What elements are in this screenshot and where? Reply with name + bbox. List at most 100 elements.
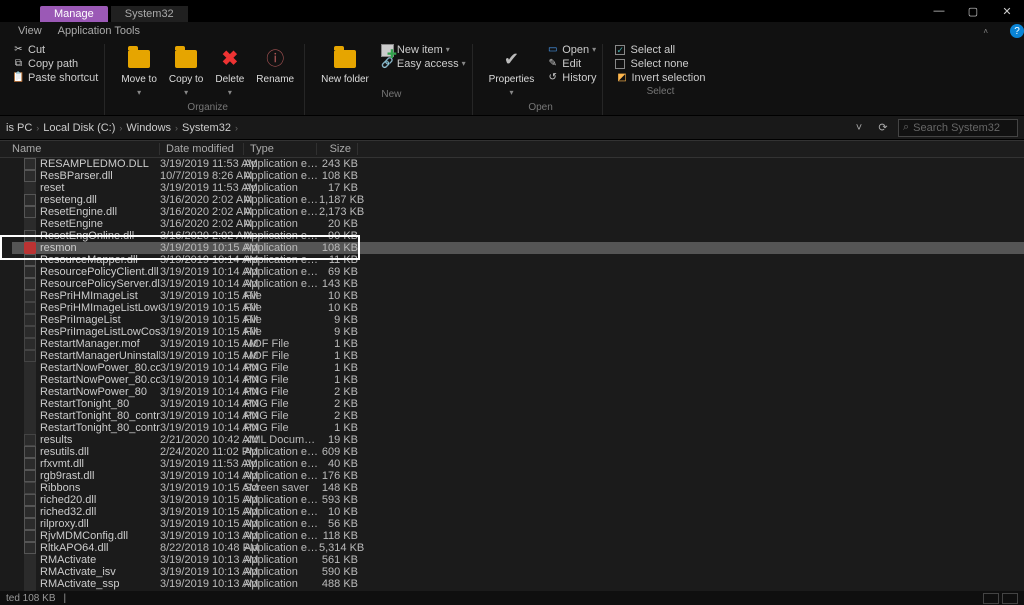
file-row[interactable]: rfxvmt.dll3/19/2019 11:53 AMApplication …: [12, 458, 1024, 470]
file-date: 3/19/2019 10:13 AM: [160, 554, 244, 566]
file-row[interactable]: ResetEngOnline.dll3/16/2020 2:02 AMAppli…: [12, 230, 1024, 242]
file-icon: [24, 506, 36, 518]
file-type: Application exten...: [244, 158, 319, 170]
file-name: RESAMPLEDMO.DLL: [40, 158, 149, 170]
view-details-button[interactable]: [983, 593, 999, 604]
file-row[interactable]: RestartTonight_80_contrast-white3/19/201…: [12, 422, 1024, 434]
properties-button[interactable]: ✔Properties▾: [485, 44, 539, 100]
new-item-button[interactable]: New item▾: [381, 44, 466, 56]
file-row[interactable]: resutils.dll2/24/2020 11:02 PMApplicatio…: [12, 446, 1024, 458]
file-row[interactable]: RestartNowPower_80.contrast-white3/19/20…: [12, 374, 1024, 386]
file-row[interactable]: ResPriImageList3/19/2019 10:15 AMFile9 K…: [12, 314, 1024, 326]
search-input[interactable]: ⌕ Search System32: [898, 119, 1018, 137]
file-row[interactable]: riched20.dll3/19/2019 10:15 AMApplicatio…: [12, 494, 1024, 506]
file-row[interactable]: RMActivate_isv3/19/2019 10:13 AMApplicat…: [12, 566, 1024, 578]
breadcrumb-segment[interactable]: System32: [182, 122, 231, 134]
file-row[interactable]: rilproxy.dll3/19/2019 10:15 AMApplicatio…: [12, 518, 1024, 530]
file-row[interactable]: resmon3/19/2019 10:15 AMApplication108 K…: [12, 242, 1024, 254]
file-icon: [24, 326, 36, 338]
file-row[interactable]: rgb9rast.dll3/19/2019 10:14 AMApplicatio…: [12, 470, 1024, 482]
delete-button[interactable]: ✖Delete▾: [211, 44, 248, 100]
file-row[interactable]: reseteng.dll3/16/2020 2:02 AMApplication…: [12, 194, 1024, 206]
file-name: RjvMDMConfig.dll: [40, 530, 128, 542]
move-to-button[interactable]: Move to▾: [117, 44, 161, 100]
file-icon: [24, 362, 36, 374]
file-row[interactable]: RestartTonight_80_contrast-black3/19/201…: [12, 410, 1024, 422]
history-button[interactable]: ↺History: [546, 72, 596, 84]
file-icon: [24, 278, 36, 290]
paste-shortcut-button[interactable]: 📋Paste shortcut: [12, 72, 98, 84]
file-row[interactable]: RltkAPO64.dll8/22/2018 10:48 PMApplicati…: [12, 542, 1024, 554]
file-row[interactable]: results2/21/2020 10:42 AMXML Document19 …: [12, 434, 1024, 446]
file-row[interactable]: ResourceMapper.dll3/19/2019 10:14 AMAppl…: [12, 254, 1024, 266]
file-row[interactable]: RestartManagerUninstall.mof3/19/2019 10:…: [12, 350, 1024, 362]
ribbon-tab-context[interactable]: System32: [111, 6, 188, 22]
file-row[interactable]: RMActivate3/19/2019 10:13 AMApplication5…: [12, 554, 1024, 566]
copy-to-button[interactable]: Copy to▾: [165, 44, 207, 100]
file-list[interactable]: RESAMPLEDMO.DLL3/19/2019 11:53 AMApplica…: [0, 158, 1024, 605]
file-type: Application: [244, 242, 319, 254]
window-maximize-button[interactable]: ▢: [956, 0, 990, 22]
file-date: 3/19/2019 10:14 AM: [160, 422, 244, 434]
file-icon: [24, 158, 36, 170]
select-all-button[interactable]: Select all: [615, 44, 705, 56]
file-row[interactable]: ResPriHMImageList3/19/2019 10:15 AMFile1…: [12, 290, 1024, 302]
ribbon-collapse-button[interactable]: ˄: [983, 27, 988, 36]
invert-selection-button[interactable]: ◩Invert selection: [615, 72, 705, 84]
column-size[interactable]: Size: [317, 143, 358, 155]
breadcrumb-segment[interactable]: Local Disk (C:): [43, 122, 115, 134]
help-icon[interactable]: ?: [1010, 24, 1024, 38]
edit-button[interactable]: ✎Edit: [546, 58, 596, 70]
view-large-button[interactable]: [1002, 593, 1018, 604]
file-row[interactable]: ResetEngine.dll3/16/2020 2:02 AMApplicat…: [12, 206, 1024, 218]
file-icon: [24, 266, 36, 278]
file-row[interactable]: ResetEngine3/16/2020 2:02 AMApplication2…: [12, 218, 1024, 230]
column-type[interactable]: Type: [244, 143, 317, 155]
file-row[interactable]: riched32.dll3/19/2019 10:15 AMApplicatio…: [12, 506, 1024, 518]
file-size: 2 KB: [319, 410, 358, 422]
file-row[interactable]: RestartNowPower_80.contrast-black3/19/20…: [12, 362, 1024, 374]
file-row[interactable]: RestartTonight_803/19/2019 10:14 AMPNG F…: [12, 398, 1024, 410]
copy-path-button[interactable]: ⧉Copy path: [12, 58, 98, 70]
select-none-button[interactable]: Select none: [615, 58, 705, 70]
file-date: 3/19/2019 10:14 AM: [160, 374, 244, 386]
new-folder-button[interactable]: New folder: [317, 44, 373, 87]
file-row[interactable]: ResourcePolicyClient.dll3/19/2019 10:14 …: [12, 266, 1024, 278]
file-row[interactable]: RjvMDMConfig.dll3/19/2019 10:13 AMApplic…: [12, 530, 1024, 542]
subtab-view[interactable]: View: [18, 25, 42, 37]
column-date[interactable]: Date modified: [160, 143, 244, 155]
open-button[interactable]: ▭Open▾: [546, 44, 596, 56]
window-close-button[interactable]: ✕: [990, 0, 1024, 22]
breadcrumb[interactable]: is PC›Local Disk (C:)›Windows›System32›: [6, 122, 844, 134]
file-row[interactable]: reset3/19/2019 11:53 AMApplication17 KB: [12, 182, 1024, 194]
cut-button[interactable]: ✂Cut: [12, 44, 98, 56]
breadcrumb-segment[interactable]: is PC: [6, 122, 32, 134]
file-name: reset: [40, 182, 64, 194]
file-name: RestartNowPower_80.contrast-black: [40, 362, 160, 374]
file-row[interactable]: ResPriImageListLowCost3/19/2019 10:15 AM…: [12, 326, 1024, 338]
file-name: ResPriImageListLowCost: [40, 326, 160, 338]
file-type: Application exten...: [244, 278, 319, 290]
file-type: Application exten...: [244, 206, 319, 218]
file-row[interactable]: ResPriHMImageListLowCost3/19/2019 10:15 …: [12, 302, 1024, 314]
file-date: 3/19/2019 10:14 AM: [160, 254, 244, 266]
ribbon-tab-manage[interactable]: Manage: [40, 6, 108, 22]
file-date: 3/19/2019 10:13 AM: [160, 566, 244, 578]
column-headers[interactable]: Name Date modified Type Size: [0, 140, 1024, 158]
file-row[interactable]: RESAMPLEDMO.DLL3/19/2019 11:53 AMApplica…: [12, 158, 1024, 170]
go-dropdown-icon[interactable]: ˅: [850, 119, 868, 137]
column-name[interactable]: Name: [0, 143, 160, 155]
file-row[interactable]: RestartManager.mof3/19/2019 10:15 AMMOF …: [12, 338, 1024, 350]
file-row[interactable]: ResBParser.dll10/7/2019 8:26 AMApplicati…: [12, 170, 1024, 182]
subtab-application-tools[interactable]: Application Tools: [58, 25, 140, 37]
refresh-icon[interactable]: ⟳: [874, 119, 892, 137]
file-name: rilproxy.dll: [40, 518, 89, 530]
file-row[interactable]: Ribbons3/19/2019 10:15 AMScreen saver148…: [12, 482, 1024, 494]
file-row[interactable]: RMActivate_ssp3/19/2019 10:13 AMApplicat…: [12, 578, 1024, 590]
rename-button[interactable]: ⓘRename: [252, 44, 298, 87]
file-row[interactable]: ResourcePolicyServer.dll3/19/2019 10:14 …: [12, 278, 1024, 290]
file-size: 243 KB: [319, 158, 358, 170]
window-minimize-button[interactable]: —: [922, 0, 956, 22]
breadcrumb-segment[interactable]: Windows: [126, 122, 171, 134]
file-row[interactable]: RestartNowPower_803/19/2019 10:14 AMPNG …: [12, 386, 1024, 398]
